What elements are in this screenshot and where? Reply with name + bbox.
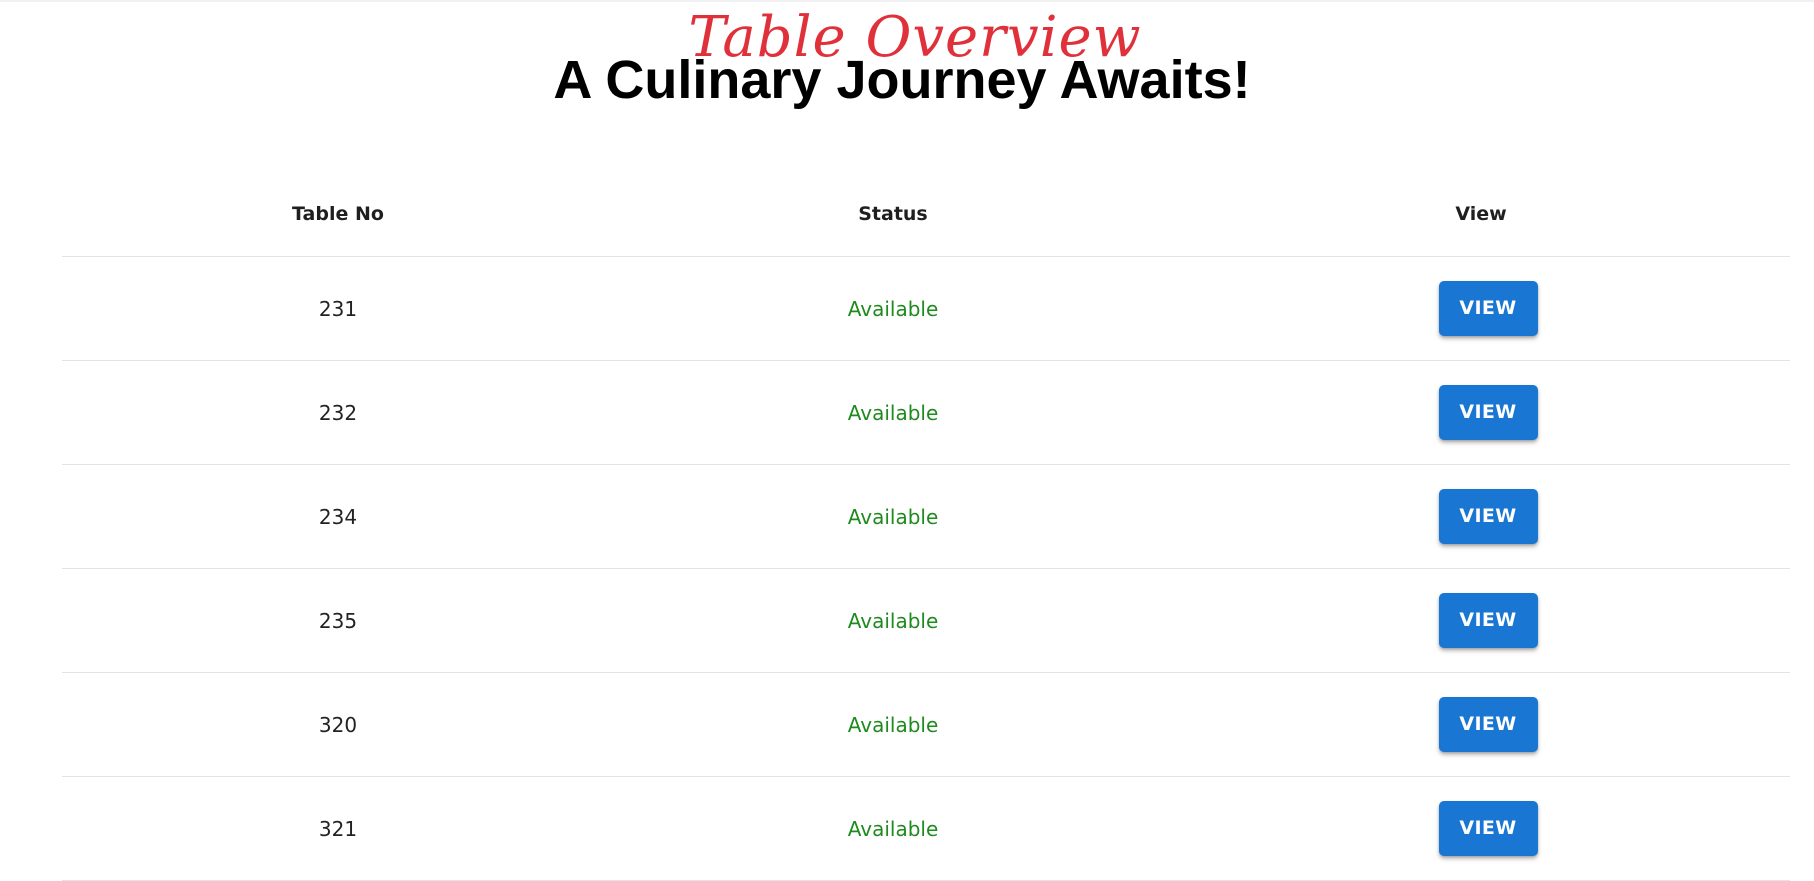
table-no-cell: 321 [62,776,614,881]
table-row: 320 Available VIEW [62,672,1790,777]
table-header: Table No Status View [62,172,1790,257]
column-header-status: Status [614,172,1172,257]
column-header-table-no: Table No [62,172,614,257]
view-button[interactable]: VIEW [1438,489,1538,544]
status-cell: Available [614,568,1172,673]
table-row: 235 Available VIEW [62,568,1790,673]
table-no-cell: 234 [62,464,614,569]
status-cell: Available [614,256,1172,361]
view-button[interactable]: VIEW [1438,593,1538,648]
view-cell: VIEW [1172,360,1790,465]
view-cell: VIEW [1172,256,1790,361]
tables-table-container: Table No Status View 231 Available VIEW … [62,172,1790,881]
tables-table: Table No Status View 231 Available VIEW … [62,172,1790,881]
table-no-cell: 231 [62,256,614,361]
column-header-view: View [1172,172,1790,257]
table-no-cell: 320 [62,672,614,777]
status-cell: Available [614,464,1172,569]
view-cell: VIEW [1172,672,1790,777]
status-cell: Available [614,672,1172,777]
hero-header: Table Overview A Culinary Journey Awaits… [0,0,1814,120]
view-cell: VIEW [1172,776,1790,881]
page-title: A Culinary Journey Awaits! [553,50,1251,110]
table-no-cell: 232 [62,360,614,465]
view-button[interactable]: VIEW [1438,801,1538,856]
view-button[interactable]: VIEW [1438,281,1538,336]
table-header-row: Table No Status View [62,172,1790,257]
status-cell: Available [614,776,1172,881]
view-cell: VIEW [1172,464,1790,569]
view-button[interactable]: VIEW [1438,385,1538,440]
table-row: 231 Available VIEW [62,256,1790,361]
status-cell: Available [614,360,1172,465]
table-body: 231 Available VIEW 232 Available VIEW 23… [62,256,1790,881]
view-button[interactable]: VIEW [1438,697,1538,752]
table-row: 232 Available VIEW [62,360,1790,465]
table-row: 321 Available VIEW [62,776,1790,881]
page: Table Overview A Culinary Journey Awaits… [0,0,1814,881]
view-cell: VIEW [1172,568,1790,673]
table-no-cell: 235 [62,568,614,673]
table-row: 234 Available VIEW [62,464,1790,569]
